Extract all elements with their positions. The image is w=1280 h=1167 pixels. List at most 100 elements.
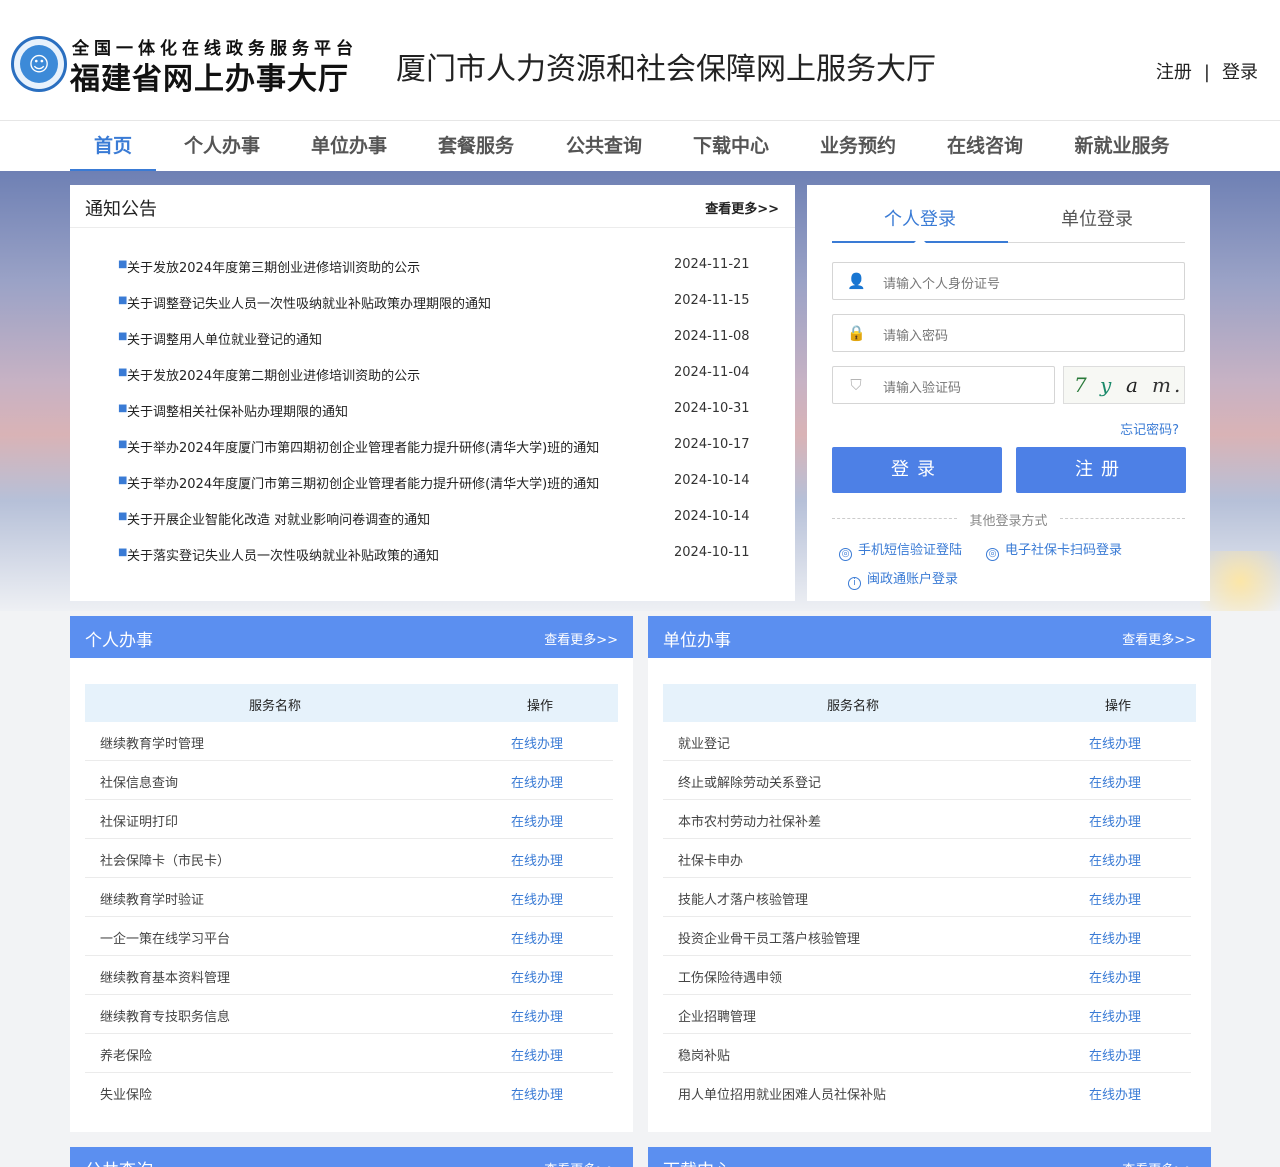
notice-text[interactable]: 关于举办2024年度厦门市第三期初创企业管理者能力提升研修(清华大学)班的通知	[127, 473, 599, 492]
unit-services-more-link[interactable]: 查看更多>>	[1122, 629, 1196, 648]
notice-date: 2024-10-11	[674, 545, 750, 560]
tab-personal-login[interactable]: 个人登录	[832, 205, 1008, 243]
service-name: 继续教育基本资料管理	[100, 971, 231, 986]
notice-panel: 通知公告 查看更多>> ■ 关于发放2024年度第三期创业进修培训资助的公示 202…	[70, 185, 795, 601]
sms-login-link[interactable]: ◎ 手机短信验证登陆	[839, 539, 962, 561]
notice-text[interactable]: 关于调整相关社保补贴办理期限的通知	[127, 401, 348, 420]
online-handle-link[interactable]: 在线办理	[511, 1006, 563, 1025]
notice-text[interactable]: 关于落实登记失业人员一次性吸纳就业补贴政策的通知	[127, 545, 439, 564]
sms-login-label: 手机短信验证登陆	[858, 543, 963, 558]
captcha-input[interactable]: ⛉ 请输入验证码	[832, 366, 1055, 404]
id-number-input[interactable]: 👤 请输入个人身份证号	[832, 262, 1185, 300]
online-handle-link[interactable]: 在线办理	[1089, 967, 1141, 986]
notice-text[interactable]: 关于发放2024年度第三期创业进修培训资助的公示	[127, 257, 420, 276]
mzt-login-link[interactable]: i 闽政通账户登录	[848, 568, 958, 590]
online-handle-link[interactable]: 在线办理	[1089, 1084, 1141, 1103]
table-row: 养老保险 在线办理	[85, 1034, 613, 1073]
card-scan-login-link[interactable]: ◎ 电子社保卡扫码登录	[986, 539, 1122, 561]
notice-item[interactable]: ■ 关于落实登记失业人员一次性吸纳就业补贴政策的通知 2024-10-11	[70, 536, 795, 572]
service-name: 用人单位招用就业困难人员社保补贴	[678, 1088, 887, 1103]
table-row: 继续教育学时验证 在线办理	[85, 878, 613, 917]
nav-new-employment[interactable]: 新就业服务	[1069, 121, 1175, 172]
online-handle-link[interactable]: 在线办理	[1089, 928, 1141, 947]
online-handle-link[interactable]: 在线办理	[1089, 1045, 1141, 1064]
service-name: 企业招聘管理	[678, 1010, 757, 1025]
online-handle-link[interactable]: 在线办理	[1089, 850, 1141, 869]
notice-item[interactable]: ■ 关于开展企业智能化改造 对就业影响问卷调查的通知 2024-10-14	[70, 500, 795, 536]
nav-unit[interactable]: 单位办事	[306, 121, 392, 172]
personal-services-panel: 个人办事 查看更多>> 服务名称 操作 继续教育学时管理 在线办理 社保信息查询在…	[70, 616, 633, 1132]
notice-date: 2024-10-17	[674, 437, 750, 452]
captcha-placeholder: 请输入验证码	[883, 381, 962, 396]
notice-title: 通知公告	[85, 199, 157, 220]
table-row: 稳岗补贴 在线办理	[663, 1034, 1191, 1073]
notice-item[interactable]: ■ 关于调整登记失业人员一次性吸纳就业补贴政策办理期限的通知 2024-11-15	[70, 284, 795, 320]
password-input[interactable]: 🔒 请输入密码	[832, 314, 1185, 352]
online-handle-link[interactable]: 在线办理	[1089, 772, 1141, 791]
notice-text[interactable]: 关于举办2024年度厦门市第四期初创企业管理者能力提升研修(清华大学)班的通知	[127, 437, 599, 456]
nav-package[interactable]: 套餐服务	[433, 121, 519, 172]
tab-unit-login[interactable]: 单位登录	[1009, 205, 1185, 231]
online-handle-link[interactable]: 在线办理	[511, 811, 563, 830]
login-link[interactable]: 登录	[1222, 62, 1258, 83]
table-row: 社保信息查询 在线办理	[85, 761, 613, 800]
other-login-title: 其他登录方式	[832, 510, 1185, 529]
unit-services-panel: 单位办事 查看更多>> 服务名称 操作 就业登记 在线办理 终止或解除劳动关系登记…	[648, 616, 1211, 1132]
logo-title[interactable]: 福建省网上办事大厅	[70, 54, 349, 98]
service-name: 失业保险	[100, 1088, 153, 1103]
login-button[interactable]: 登录	[832, 447, 1002, 493]
notice-item[interactable]: ■ 关于举办2024年度厦门市第四期初创企业管理者能力提升研修(清华大学)班的通知…	[70, 428, 795, 464]
notice-text[interactable]: 关于发放2024年度第二期创业进修培训资助的公示	[127, 365, 420, 384]
notice-item[interactable]: ■ 关于发放2024年度第二期创业进修培训资助的公示 2024-11-04	[70, 356, 795, 392]
captcha-char: a	[1126, 373, 1138, 397]
user-icon: 👤	[847, 272, 866, 290]
online-handle-link[interactable]: 在线办理	[511, 733, 563, 752]
notice-more-link[interactable]: 查看更多>>	[705, 198, 779, 217]
nav-personal[interactable]: 个人办事	[179, 121, 265, 172]
table-row: 就业登记 在线办理	[663, 722, 1191, 761]
nav-download[interactable]: 下载中心	[688, 121, 774, 172]
notice-text[interactable]: 关于调整登记失业人员一次性吸纳就业补贴政策办理期限的通知	[127, 293, 491, 312]
public-query-more-link[interactable]: 查看更多>>	[544, 1159, 618, 1167]
notice-item[interactable]: ■ 关于调整用人单位就业登记的通知 2024-11-08	[70, 320, 795, 356]
table-row: 本市农村劳动力社保补差 在线办理	[663, 800, 1191, 839]
download-center-more-link[interactable]: 查看更多>>	[1122, 1159, 1196, 1167]
notice-text[interactable]: 关于开展企业智能化改造 对就业影响问卷调查的通知	[127, 509, 430, 528]
online-handle-link[interactable]: 在线办理	[511, 1084, 563, 1103]
online-handle-link[interactable]: 在线办理	[1089, 811, 1141, 830]
notice-text[interactable]: 关于调整用人单位就业登记的通知	[127, 329, 322, 348]
online-handle-link[interactable]: 在线办理	[1089, 733, 1141, 752]
table-row: 技能人才落户核验管理 在线办理	[663, 878, 1191, 917]
notice-item[interactable]: ■ 关于调整相关社保补贴办理期限的通知 2024-10-31	[70, 392, 795, 428]
online-handle-link[interactable]: 在线办理	[511, 850, 563, 869]
forgot-password-link[interactable]: 忘记密码?	[1120, 419, 1179, 438]
nav-home[interactable]: 首页	[70, 121, 156, 172]
table-row: 用人单位招用就业困难人员社保补贴 在线办理	[663, 1073, 1191, 1112]
notice-header: 通知公告 查看更多>>	[70, 185, 795, 228]
online-handle-link[interactable]: 在线办理	[511, 928, 563, 947]
col-service-name: 服务名称	[826, 699, 879, 714]
captcha-char: 7	[1074, 373, 1087, 397]
service-name: 继续教育专技职务信息	[100, 1010, 231, 1025]
id-number-placeholder: 请输入个人身份证号	[883, 277, 1001, 292]
online-handle-link[interactable]: 在线办理	[511, 967, 563, 986]
register-button[interactable]: 注册	[1016, 447, 1186, 493]
platform-logo-icon[interactable]: ☺	[11, 36, 67, 92]
online-handle-link[interactable]: 在线办理	[511, 889, 563, 908]
col-operation: 操作	[526, 699, 553, 714]
card-scan-login-label: 电子社保卡扫码登录	[1005, 543, 1123, 558]
online-handle-link[interactable]: 在线办理	[511, 1045, 563, 1064]
captcha-image[interactable]: 7 y a m .	[1063, 366, 1185, 404]
online-handle-link[interactable]: 在线办理	[511, 772, 563, 791]
online-handle-link[interactable]: 在线办理	[1089, 889, 1141, 908]
personal-services-more-link[interactable]: 查看更多>>	[544, 629, 618, 648]
table-header: 服务名称 操作	[663, 684, 1196, 722]
notice-item[interactable]: ■ 关于发放2024年度第三期创业进修培训资助的公示 2024-11-21	[70, 248, 795, 284]
nav-public-query[interactable]: 公共查询	[561, 121, 647, 172]
register-link[interactable]: 注册	[1156, 62, 1192, 83]
online-handle-link[interactable]: 在线办理	[1089, 1006, 1141, 1025]
nav-appointment[interactable]: 业务预约	[815, 121, 901, 172]
nav-consult[interactable]: 在线咨询	[942, 121, 1028, 172]
notice-item[interactable]: ■ 关于举办2024年度厦门市第三期初创企业管理者能力提升研修(清华大学)班的通知…	[70, 464, 795, 500]
password-placeholder: 请输入密码	[883, 329, 949, 344]
